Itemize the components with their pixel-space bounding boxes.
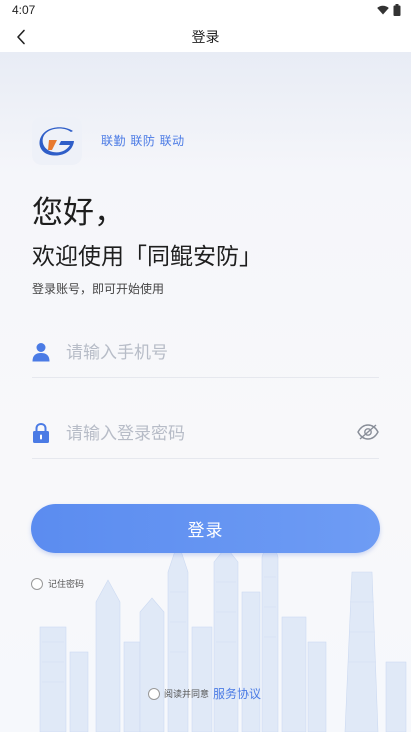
user-icon [32,343,50,362]
phone-field [32,330,379,378]
page-title: 登录 [191,30,220,46]
eye-icon[interactable] [357,423,379,441]
status-bar: 4:07 [0,0,411,22]
city-skyline-illustration [39,532,407,732]
greeting-title: 您好， [32,195,125,231]
brand-slogan: 联勤 联防 联动 [101,134,185,148]
phone-input[interactable] [66,338,336,368]
status-time: 4:07 [12,3,36,17]
password-field [32,411,379,459]
nav-bar: 登录 [0,22,411,52]
agree-radio[interactable] [148,687,160,700]
password-input[interactable] [66,419,336,449]
service-agreement-link[interactable]: 服务协议 [213,685,261,702]
remember-password-option[interactable]: 记住密码 [31,577,84,590]
lock-icon [33,423,49,443]
app-logo [32,117,82,165]
battery-icon [393,4,401,16]
agree-label: 阅读并同意 [164,690,210,700]
status-icons [377,4,401,16]
remember-radio[interactable] [31,577,43,590]
agreement-option: 阅读并同意 服务协议 [148,685,261,702]
login-subtitle: 登录账号，即可开始使用 [32,282,165,296]
wifi-icon [377,5,389,15]
welcome-heading: 欢迎使用「同鲲安防」 [32,244,262,270]
logo-icon [39,127,74,156]
login-button[interactable]: 登录 [31,504,380,553]
remember-label: 记住密码 [48,580,85,590]
